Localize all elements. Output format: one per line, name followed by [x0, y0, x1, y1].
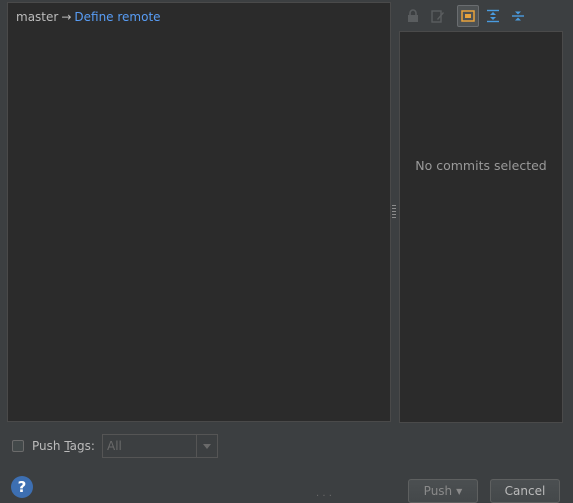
- define-remote-link[interactable]: Define remote: [74, 10, 160, 24]
- push-tags-label-prefix: Push: [32, 439, 65, 453]
- help-button[interactable]: ?: [11, 476, 33, 498]
- expand-all-icon[interactable]: [482, 5, 504, 27]
- push-tags-label-suffix: ags:: [69, 439, 95, 453]
- chevron-down-icon[interactable]: [196, 435, 217, 457]
- show-details-icon[interactable]: [457, 5, 479, 27]
- commits-tree-panel[interactable]: master → Define remote: [7, 2, 391, 422]
- lock-icon[interactable]: [402, 5, 424, 27]
- resize-grip[interactable]: · · ·: [316, 491, 332, 502]
- push-tags-label[interactable]: Push Tags:: [32, 439, 95, 453]
- commit-details-panel: No commits selected: [399, 31, 563, 423]
- branch-row: master → Define remote: [16, 10, 161, 24]
- splitter-handle[interactable]: [392, 205, 396, 219]
- tags-mode-combo[interactable]: All: [102, 434, 218, 458]
- push-tags-row: Push Tags:: [12, 434, 95, 458]
- edit-icon[interactable]: [427, 5, 449, 27]
- push-button[interactable]: Push ▼: [408, 479, 478, 503]
- local-branch-label: master: [16, 10, 59, 24]
- empty-details-text: No commits selected: [415, 158, 547, 173]
- details-toolbar: [400, 4, 572, 28]
- collapse-all-icon[interactable]: [507, 5, 529, 27]
- tags-mode-value: All: [107, 439, 122, 453]
- cancel-button[interactable]: Cancel: [490, 479, 560, 503]
- dropdown-arrow-icon: ▼: [456, 486, 463, 496]
- arrow-icon: →: [61, 10, 72, 24]
- push-tags-checkbox[interactable]: [12, 440, 24, 452]
